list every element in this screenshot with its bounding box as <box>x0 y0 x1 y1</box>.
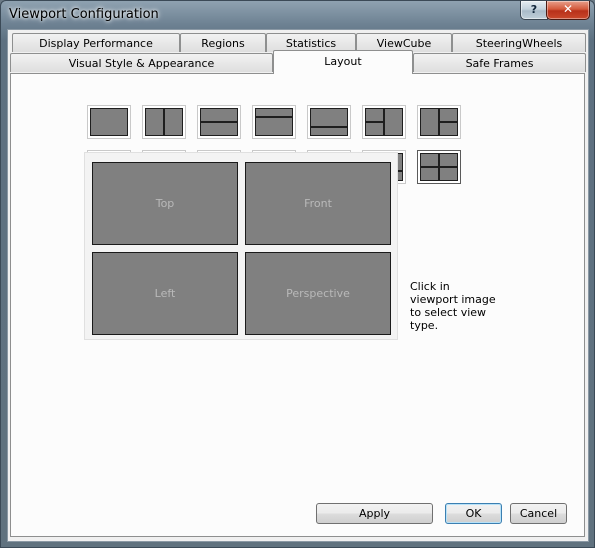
layout-preset-7[interactable] <box>417 105 461 139</box>
apply-button[interactable]: Apply <box>316 503 433 524</box>
layout-preset-2[interactable] <box>142 105 186 139</box>
tab-display-performance[interactable]: Display Performance <box>12 33 180 52</box>
ok-button[interactable]: OK <box>445 503 502 524</box>
layout-preset-4[interactable] <box>252 105 296 139</box>
layout-preset-1[interactable] <box>87 105 131 139</box>
viewport-top[interactable]: Top <box>92 162 238 245</box>
tab-visual-style-appearance[interactable]: Visual Style & Appearance <box>10 53 273 72</box>
dialog-window: Viewport Configuration ? ✕ Display Perfo… <box>0 0 595 548</box>
help-button[interactable]: ? <box>520 1 548 20</box>
layout-preset-5[interactable] <box>307 105 351 139</box>
viewport-hint-text: Click in viewport image to select view t… <box>410 280 496 332</box>
tab-regions[interactable]: Regions <box>180 33 266 52</box>
viewport-layout-preview: Top Front Left Perspective <box>84 152 398 340</box>
layout-preset-14-selected[interactable] <box>417 150 461 184</box>
tab-safe-frames[interactable]: Safe Frames <box>413 53 586 72</box>
tab-steeringwheels[interactable]: SteeringWheels <box>452 33 586 52</box>
close-icon: ✕ <box>562 2 574 16</box>
close-button[interactable]: ✕ <box>546 1 590 20</box>
title-bar[interactable]: Viewport Configuration ? ✕ <box>1 1 594 29</box>
viewport-left[interactable]: Left <box>92 252 238 335</box>
viewport-front[interactable]: Front <box>245 162 391 245</box>
cancel-button[interactable]: Cancel <box>510 503 567 524</box>
tab-layout[interactable]: Layout <box>273 50 413 74</box>
layout-preset-6[interactable] <box>362 105 406 139</box>
window-title: Viewport Configuration <box>9 7 159 22</box>
dialog-client: Display Performance Regions Statistics V… <box>7 29 589 542</box>
help-icon: ? <box>530 3 538 16</box>
layout-preset-3[interactable] <box>197 105 241 139</box>
viewport-perspective[interactable]: Perspective <box>245 252 391 335</box>
